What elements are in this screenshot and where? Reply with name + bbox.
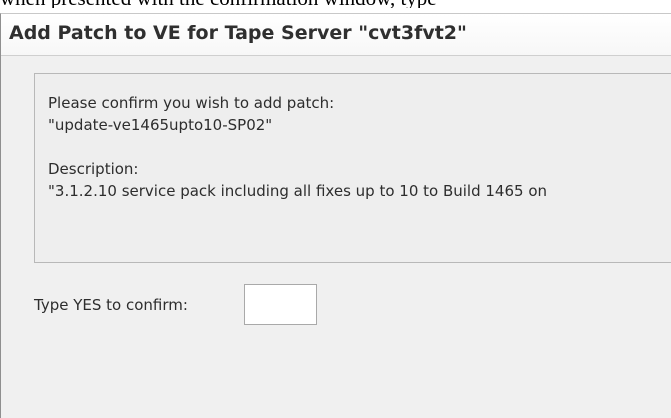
- dialog-body: Please confirm you wish to add patch: "u…: [1, 57, 671, 418]
- confirm-message: Please confirm you wish to add patch:: [48, 94, 335, 112]
- confirm-row: Type YES to confirm:: [34, 284, 434, 326]
- message-box: Please confirm you wish to add patch: "u…: [34, 73, 671, 263]
- top-text-fragment: when presented with the confirmation win…: [0, 0, 671, 8]
- message-content: Please confirm you wish to add patch: "u…: [48, 92, 671, 202]
- yes-confirmation-input[interactable]: [244, 284, 317, 325]
- screen: when presented with the confirmation win…: [0, 0, 671, 418]
- description-label: Description:: [48, 160, 139, 178]
- patch-dialog: Add Patch to VE for Tape Server "cvt3fvt…: [0, 13, 671, 418]
- dialog-title: Add Patch to VE for Tape Server "cvt3fvt…: [9, 22, 467, 44]
- dialog-title-bar: Add Patch to VE for Tape Server "cvt3fvt…: [1, 14, 671, 56]
- confirm-label: Type YES to confirm:: [34, 296, 188, 314]
- description-text: "3.1.2.10 service pack including all fix…: [48, 182, 548, 200]
- patch-name: "update-ve1465upto10-SP02": [48, 116, 273, 134]
